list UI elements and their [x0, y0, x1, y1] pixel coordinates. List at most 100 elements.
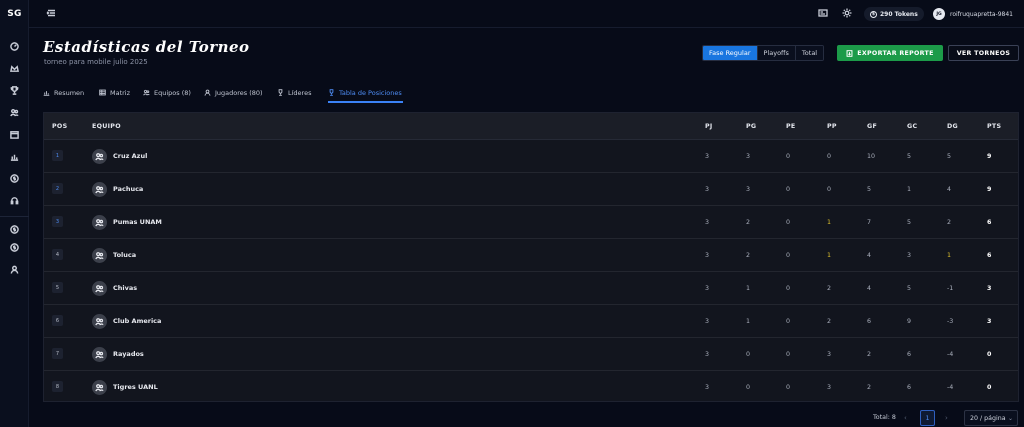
app-logo[interactable]: SG: [0, 0, 29, 28]
phase-total-button[interactable]: Total: [795, 46, 824, 60]
tournament-icon[interactable]: [8, 62, 21, 75]
team-logo-icon: [92, 182, 107, 197]
tab-jugadores[interactable]: Jugadores (80): [204, 84, 263, 101]
header-pts[interactable]: PTS: [987, 113, 1001, 140]
header-pe[interactable]: PE: [786, 113, 796, 140]
total-count: Total: 8: [873, 414, 896, 421]
position-badge: 7: [52, 348, 63, 359]
cell-dg: 1: [947, 252, 952, 259]
cell-gc: 9: [907, 318, 912, 325]
dashboard-icon[interactable]: [8, 40, 21, 53]
table-row[interactable]: 4 Toluca 3 2 0 1 4 3 1 6: [44, 239, 1018, 272]
team-name[interactable]: Pumas UNAM: [113, 206, 162, 239]
page-size-select[interactable]: 20 / página ⌄: [964, 410, 1018, 426]
cell-pp: 1: [827, 219, 832, 226]
header-pg[interactable]: PG: [746, 113, 756, 140]
cell-pp: 3: [827, 384, 832, 391]
cell-pj: 3: [705, 351, 710, 358]
sidebar-divider: [0, 216, 29, 217]
cell-gf: 2: [867, 351, 872, 358]
phase-regular-button[interactable]: Fase Regular: [703, 46, 758, 60]
tab-label: Resumen: [54, 88, 85, 97]
cell-pp: 3: [827, 351, 832, 358]
cell-pe: 0: [786, 252, 791, 259]
calendar-icon[interactable]: [8, 128, 21, 141]
team-name[interactable]: Pachuca: [113, 173, 143, 206]
header-gf[interactable]: GF: [867, 113, 877, 140]
table-row[interactable]: 3 Pumas UNAM 3 2 0 1 7 5 2 6: [44, 206, 1018, 239]
app-root: SG $ 290 Tokens JG roifruquapretta-9841 …: [0, 0, 1024, 427]
coin-icon[interactable]: [8, 223, 21, 236]
active-tab-indicator: [328, 101, 403, 103]
team-name[interactable]: Tigres UANL: [113, 371, 158, 404]
team-name[interactable]: Toluca: [113, 239, 136, 272]
phase-playoffs-button[interactable]: Playoffs: [757, 46, 796, 60]
header-gc[interactable]: GC: [907, 113, 917, 140]
cell-pts: 6: [987, 219, 992, 226]
table-row[interactable]: 8 Tigres UANL 3 0 0 3 2 6 -4 0: [44, 371, 1018, 404]
table-row[interactable]: 2 Pachuca 3 3 0 0 5 1 4 9: [44, 173, 1018, 206]
export-report-button[interactable]: EXPORTAR REPORTE: [837, 45, 943, 61]
next-page-button[interactable]: ›: [945, 410, 948, 426]
stats-icon[interactable]: [8, 150, 21, 163]
team-logo-icon: [92, 281, 107, 296]
tab-matriz[interactable]: Matriz: [99, 84, 130, 101]
table-row[interactable]: 6 Club America 3 1 0 2 6 9 -3 3: [44, 305, 1018, 338]
tab-lideres[interactable]: Líderes: [277, 84, 311, 101]
tab-equipos[interactable]: Equipos (8): [143, 84, 191, 101]
tab-label: Matriz: [110, 88, 131, 97]
cell-pp: 0: [827, 186, 832, 193]
team-logo-icon: [92, 347, 107, 362]
table-row[interactable]: 7 Rayados 3 0 0 3 2 6 -4 0: [44, 338, 1018, 371]
cell-pe: 0: [786, 351, 791, 358]
headset-icon[interactable]: [8, 194, 21, 207]
header-pos[interactable]: POS: [52, 113, 67, 140]
tab-resumen[interactable]: Resumen: [43, 84, 84, 101]
cell-pe: 0: [786, 285, 791, 292]
view-tournaments-button[interactable]: VER TORNEOS: [948, 45, 1019, 61]
cell-pe: 0: [786, 153, 791, 160]
prev-page-button[interactable]: ‹: [904, 410, 907, 426]
page-1-button[interactable]: 1: [920, 410, 935, 426]
wallet-icon[interactable]: [8, 241, 21, 254]
phase-toggle: Fase Regular Playoffs Total: [702, 45, 825, 61]
user-menu[interactable]: JG roifruquapretta-9841: [933, 7, 1013, 21]
cell-pp: 2: [827, 318, 832, 325]
token-coin-icon: $: [870, 10, 877, 18]
menu-toggle-icon[interactable]: [46, 8, 58, 20]
team-name[interactable]: Chivas: [113, 272, 137, 305]
team-name[interactable]: Club America: [113, 305, 161, 338]
trophy-icon: [278, 89, 283, 96]
trophy-icon[interactable]: [8, 84, 21, 97]
tab-tabla-posiciones[interactable]: Tabla de Posiciones: [328, 84, 402, 101]
news-icon[interactable]: [818, 8, 830, 20]
cell-gc: 5: [907, 153, 912, 160]
cell-pj: 3: [705, 384, 710, 391]
position-badge: 6: [52, 315, 63, 326]
cell-pj: 3: [705, 252, 710, 259]
team-name[interactable]: Cruz Azul: [113, 140, 147, 173]
header-dg[interactable]: DG: [947, 113, 958, 140]
profile-icon[interactable]: [8, 263, 21, 276]
header-pj[interactable]: PJ: [705, 113, 713, 140]
cell-pj: 3: [705, 318, 710, 325]
cell-dg: -4: [947, 351, 954, 358]
theme-sun-icon[interactable]: [842, 8, 854, 20]
header-pp[interactable]: PP: [827, 113, 837, 140]
team-name[interactable]: Rayados: [113, 338, 144, 371]
cell-dg: -1: [947, 285, 954, 292]
cell-pts: 3: [987, 285, 992, 292]
cell-pe: 0: [786, 219, 791, 226]
header-equipo[interactable]: EQUIPO: [92, 113, 121, 140]
token-balance[interactable]: $ 290 Tokens: [864, 7, 924, 21]
cell-pts: 9: [987, 153, 992, 160]
position-badge: 8: [52, 381, 63, 392]
cell-pg: 2: [746, 219, 751, 226]
position-badge: 1: [52, 150, 63, 161]
cell-dg: 2: [947, 219, 952, 226]
table-row[interactable]: 5 Chivas 3 1 0 2 4 5 -1 3: [44, 272, 1018, 305]
money-icon[interactable]: [8, 172, 21, 185]
table-row[interactable]: 1 Cruz Azul 3 3 0 0 10 5 5 9: [44, 140, 1018, 173]
team-icon[interactable]: [8, 106, 21, 119]
cell-pts: 0: [987, 384, 992, 391]
